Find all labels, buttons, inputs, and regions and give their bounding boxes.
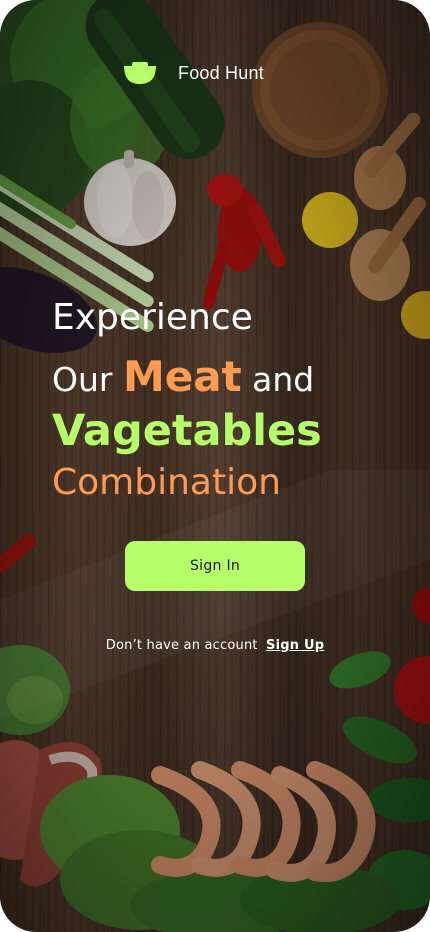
lettuce-bottom <box>40 775 400 932</box>
wooden-spoons <box>350 112 426 301</box>
herbs-right <box>329 651 430 910</box>
headline-accent-meat: Meat <box>122 352 242 401</box>
headline-line-3: Vagetables <box>52 406 322 456</box>
headline-line-2-prefix: Our <box>52 360 113 399</box>
meat-steak <box>0 740 102 887</box>
yellow-tomato <box>401 291 430 339</box>
hero-headline: Experience Our Meat and Vagetables Combi… <box>52 300 322 501</box>
headline-line-4: Combination <box>52 462 281 503</box>
shrimp <box>151 761 376 882</box>
coconut <box>252 22 388 158</box>
bowl-icon <box>124 62 156 84</box>
tomato <box>412 587 430 623</box>
red-chili <box>0 534 37 572</box>
garlic <box>84 150 176 246</box>
sign-in-button[interactable]: Sign In <box>125 541 305 591</box>
lemon <box>302 192 358 248</box>
zucchini <box>85 0 225 160</box>
dill-herb <box>0 0 170 220</box>
signup-prompt: Don’t have an account Sign Up <box>0 638 430 653</box>
brand-header: Food Hunt <box>122 60 264 86</box>
light-beam <box>0 470 430 720</box>
tomato <box>394 656 430 724</box>
headline-line-2-suffix: and <box>252 360 315 399</box>
lettuce-left <box>0 645 70 735</box>
headline-line-2: Our Meat and <box>52 356 322 398</box>
crayfish <box>202 174 286 310</box>
account-prompt-text: Don’t have an account <box>105 638 258 653</box>
headline-line-1: Experience <box>52 297 253 338</box>
sign-up-link[interactable]: Sign Up <box>266 638 324 653</box>
welcome-screen: Food Hunt Experience Our Meat and Vageta… <box>0 0 430 932</box>
brand-name: Food Hunt <box>178 62 264 83</box>
